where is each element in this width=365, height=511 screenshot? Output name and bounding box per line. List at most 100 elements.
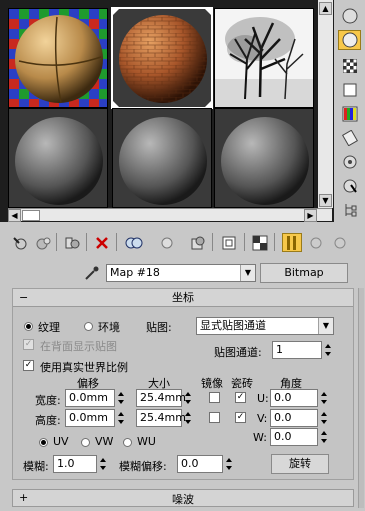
height-size-input[interactable]: 25.4mm (136, 409, 186, 427)
environ-label: 环境 (98, 321, 120, 334)
v-angle-input[interactable]: 0.0 (270, 409, 318, 427)
go-to-parent-button[interactable] (306, 233, 326, 252)
width-offset-value: 0.0mm (69, 391, 108, 404)
u-angle-spinner[interactable] (320, 390, 329, 406)
show-map-in-viewport-button[interactable] (250, 233, 270, 252)
go-forward-to-sibling-button[interactable] (330, 233, 350, 252)
put-material-to-scene-button[interactable] (33, 233, 53, 252)
get-material-button[interactable] (10, 233, 30, 252)
material-map-navigator-button[interactable] (338, 200, 361, 220)
assign-material-button[interactable] (62, 233, 82, 252)
rotate-button[interactable]: 旋转 (271, 454, 329, 474)
tile-u-checkbox[interactable]: ✓ (235, 392, 246, 403)
eyedropper-icon[interactable] (82, 264, 100, 282)
sample-slot-3[interactable] (214, 8, 314, 108)
scroll-right-icon[interactable]: ▶ (304, 209, 317, 222)
w-angle-value: 0.0 (274, 430, 292, 443)
panel-scrollbar[interactable] (358, 288, 364, 508)
noise-title: 噪波 (172, 493, 194, 506)
width-size-spinner[interactable] (184, 390, 193, 406)
height-offset-spinner[interactable] (117, 410, 126, 426)
sample-slot-6[interactable] (214, 108, 314, 208)
scroll-thumb[interactable] (22, 210, 40, 221)
show-end-result-button[interactable] (282, 233, 302, 252)
options-button[interactable] (338, 152, 361, 172)
map-name-field[interactable]: Map #18 ▼ (106, 264, 256, 282)
v-angle-value: 0.0 (274, 411, 292, 424)
mapping-dropdown[interactable]: 显式贴图通道 ▼ (196, 317, 334, 335)
real-world-scale-checkbox[interactable]: ✓ (23, 360, 34, 371)
put-to-library-button[interactable] (188, 233, 208, 252)
height-offset-value: 0.0mm (69, 411, 108, 424)
film-icon (341, 130, 358, 146)
vw-radio[interactable] (81, 438, 90, 447)
map-channel-input[interactable]: 1 (272, 341, 322, 359)
make-preview-button[interactable] (338, 128, 361, 148)
backlight-button[interactable] (338, 30, 361, 50)
texture-radio[interactable] (24, 322, 33, 331)
scroll-down-icon[interactable]: ▼ (319, 194, 332, 207)
chevron-down-icon[interactable]: ▼ (318, 318, 333, 334)
height-size-value: 25.4mm (140, 411, 186, 424)
chevron-down-icon[interactable]: ▼ (240, 265, 255, 281)
make-unique-icon (161, 237, 173, 248)
library-icon (191, 236, 205, 249)
w-angle-input[interactable]: 0.0 (270, 428, 318, 446)
width-size-input[interactable]: 25.4mm (136, 389, 186, 407)
blur-spinner[interactable] (99, 456, 108, 472)
blur-value: 1.0 (57, 457, 75, 470)
blur-offset-spinner[interactable] (225, 456, 234, 472)
blur-input[interactable]: 1.0 (53, 455, 97, 473)
show-map-on-back-label: 在背面显示贴图 (40, 340, 117, 353)
select-by-material-button[interactable] (338, 176, 361, 196)
noise-rollout-header[interactable]: + 噪波 (12, 489, 354, 507)
coordinates-rollout-header[interactable]: − 坐标 (13, 289, 353, 307)
v-angle-label: V: (257, 412, 268, 425)
show-map-on-back-checkbox[interactable]: ✓ (23, 339, 34, 350)
coordinates-title: 坐标 (172, 291, 194, 304)
background-button[interactable] (338, 56, 361, 76)
u-angle-input[interactable]: 0.0 (270, 389, 318, 407)
map-channel-spinner[interactable] (324, 342, 333, 358)
get-material-icon (13, 236, 27, 249)
wu-label: WU (137, 435, 156, 448)
collapse-icon: − (19, 291, 29, 304)
sample-type-button[interactable] (338, 6, 361, 26)
select-by-material-icon (343, 179, 357, 193)
map-name-row: Map #18 ▼ Bitmap (0, 262, 365, 284)
uv-tiling-button[interactable] (338, 80, 361, 100)
tile-v-checkbox[interactable]: ✓ (235, 412, 246, 423)
slots-vertical-scrollbar[interactable]: ▲ ▼ (318, 0, 333, 208)
width-offset-spinner[interactable] (117, 390, 126, 406)
reset-map-button[interactable] (92, 233, 112, 252)
tile-header: 瓷砖 (231, 377, 253, 390)
sample-slot-1[interactable] (8, 8, 108, 108)
width-offset-input[interactable]: 0.0mm (65, 389, 115, 407)
video-color-check-button[interactable] (338, 104, 361, 124)
blur-offset-input[interactable]: 0.0 (177, 455, 223, 473)
sample-slot-5[interactable] (112, 108, 212, 208)
wu-radio[interactable] (123, 438, 132, 447)
w-angle-label: W: (253, 431, 267, 444)
height-offset-input[interactable]: 0.0mm (65, 409, 115, 427)
make-unique-button[interactable] (157, 233, 177, 252)
w-angle-spinner[interactable] (320, 429, 329, 445)
material-id-icon (222, 236, 236, 249)
v-angle-spinner[interactable] (320, 410, 329, 426)
height-size-spinner[interactable] (184, 410, 193, 426)
make-material-copy-button[interactable] (124, 233, 144, 252)
gray-sphere-preview (113, 109, 211, 207)
environ-radio[interactable] (84, 322, 93, 331)
uv-radio[interactable] (39, 438, 48, 447)
mirror-v-checkbox[interactable] (209, 412, 220, 423)
sample-slot-4[interactable] (8, 108, 108, 208)
navigator-tree-icon (345, 204, 356, 217)
scroll-up-icon[interactable]: ▲ (319, 2, 332, 15)
scroll-left-icon[interactable]: ◀ (8, 209, 21, 222)
sample-slot-2-active[interactable] (111, 7, 213, 109)
slots-horizontal-scrollbar[interactable]: ◀ ▶ (8, 208, 332, 222)
material-id-channel-button[interactable] (219, 233, 239, 252)
map-type-button[interactable]: Bitmap (260, 263, 348, 283)
mirror-u-checkbox[interactable] (209, 392, 220, 403)
map-channel-value: 1 (276, 343, 283, 356)
